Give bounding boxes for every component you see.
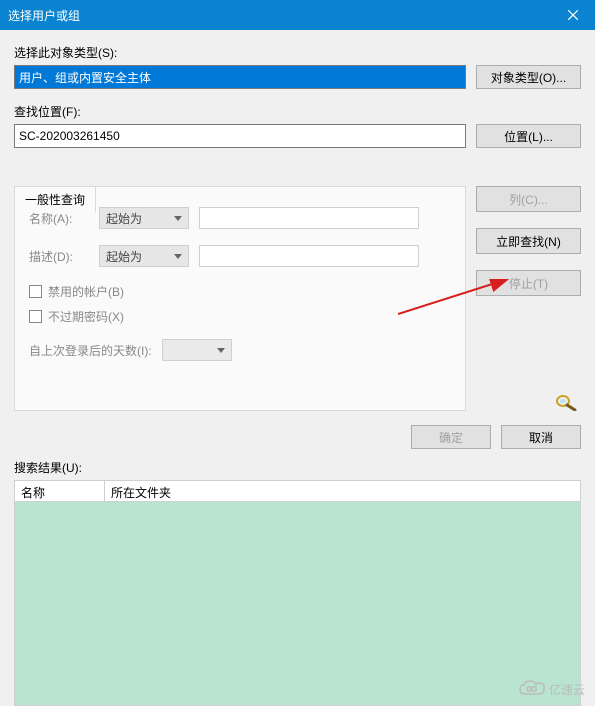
results-list[interactable] — [14, 502, 581, 706]
chevron-down-icon — [217, 348, 225, 353]
object-type-value: 用户、组或内置安全主体 — [19, 69, 151, 86]
window-title: 选择用户或组 — [8, 7, 80, 24]
watermark: 亿速云 — [519, 680, 585, 698]
titlebar: 选择用户或组 — [0, 0, 595, 30]
results-header: 名称 所在文件夹 — [14, 480, 581, 502]
tab-general-query[interactable]: 一般性查询 — [14, 186, 96, 213]
tab-area: 一般性查询 名称(A): 起始为 描述(D): — [14, 186, 466, 411]
cancel-button[interactable]: 取消 — [501, 425, 581, 449]
search-icon — [553, 393, 581, 411]
results-label: 搜索结果(U): — [14, 459, 581, 476]
stop-button[interactable]: 停止(T) — [476, 270, 581, 296]
location-field[interactable]: SC-202003261450 — [14, 124, 466, 148]
watermark-text: 亿速云 — [549, 681, 585, 698]
ok-button[interactable]: 确定 — [411, 425, 491, 449]
side-buttons: 列(C)... 立即查找(N) 停止(T) — [476, 162, 581, 411]
name-input[interactable] — [199, 207, 419, 229]
desc-input[interactable] — [199, 245, 419, 267]
disabled-accounts-label: 禁用的帐户(B) — [48, 283, 124, 300]
object-type-label: 选择此对象类型(S): — [14, 44, 581, 61]
disabled-accounts-checkbox[interactable] — [29, 285, 42, 298]
days-combo[interactable] — [162, 339, 232, 361]
results-col-name[interactable]: 名称 — [15, 481, 105, 501]
noexpire-password-checkbox[interactable] — [29, 310, 42, 323]
columns-button[interactable]: 列(C)... — [476, 186, 581, 212]
days-since-login-label: 自上次登录后的天数(I): — [29, 342, 152, 359]
chevron-down-icon — [174, 216, 182, 221]
chevron-down-icon — [174, 254, 182, 259]
dialog-window: 选择用户或组 选择此对象类型(S): 用户、组或内置安全主体 对象类型(O)..… — [0, 0, 595, 706]
noexpire-password-label: 不过期密码(X) — [48, 308, 124, 325]
cloud-icon — [519, 680, 545, 698]
location-label: 查找位置(F): — [14, 103, 581, 120]
desc-mode-combo[interactable]: 起始为 — [99, 245, 189, 267]
locations-button[interactable]: 位置(L)... — [476, 124, 581, 148]
dialog-body: 选择此对象类型(S): 用户、组或内置安全主体 对象类型(O)... 查找位置(… — [0, 30, 595, 706]
desc-label: 描述(D): — [29, 248, 89, 265]
close-icon — [568, 10, 578, 20]
object-type-field[interactable]: 用户、组或内置安全主体 — [14, 65, 466, 89]
dialog-buttons: 确定 取消 — [14, 411, 581, 459]
find-now-button[interactable]: 立即查找(N) — [476, 228, 581, 254]
close-button[interactable] — [550, 0, 595, 30]
location-value: SC-202003261450 — [19, 129, 120, 143]
tab-panel: 名称(A): 起始为 描述(D): 起始为 — [14, 186, 466, 411]
results-col-location[interactable]: 所在文件夹 — [105, 481, 580, 501]
name-mode-combo[interactable]: 起始为 — [99, 207, 189, 229]
object-types-button[interactable]: 对象类型(O)... — [476, 65, 581, 89]
